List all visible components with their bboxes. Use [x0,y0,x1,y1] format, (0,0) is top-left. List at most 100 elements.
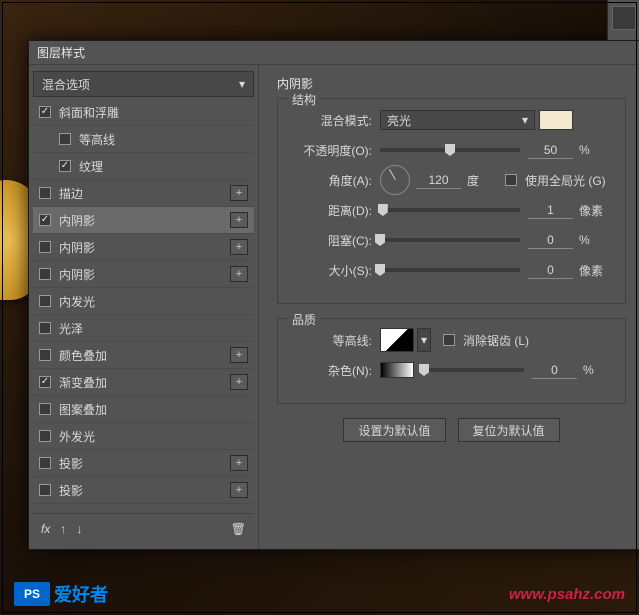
distance-input[interactable] [528,201,573,219]
contour-label: 等高线: [290,332,380,349]
effect-checkbox[interactable] [39,268,51,280]
tool-icon[interactable] [612,6,636,30]
dialog-titlebar[interactable]: 图层样式 [29,41,639,65]
quality-group: 品质 等高线: ▾ 消除锯齿 (L) 杂色(N): % [277,318,626,404]
choke-input[interactable] [528,231,573,249]
effect-row-0[interactable]: 斜面和浮雕 [33,99,254,126]
effect-checkbox[interactable] [39,484,51,496]
effect-label: 斜面和浮雕 [59,104,248,121]
effect-checkbox[interactable] [39,295,51,307]
effect-row-14[interactable]: 投影+ [33,477,254,504]
effect-label: 内阴影 [59,239,230,256]
effect-row-10[interactable]: 渐变叠加+ [33,369,254,396]
effect-row-9[interactable]: 颜色叠加+ [33,342,254,369]
effect-checkbox[interactable] [39,322,51,334]
effect-checkbox[interactable] [39,106,51,118]
effect-checkbox[interactable] [59,160,71,172]
effect-list: 斜面和浮雕等高线纹理描边+内阴影+内阴影+内阴影+内发光光泽颜色叠加+渐变叠加+… [33,99,254,513]
effect-label: 内发光 [59,293,248,310]
add-effect-icon[interactable]: + [230,455,248,471]
antialias-label: 消除锯齿 (L) [463,332,529,349]
layer-style-dialog: 图层样式 混合选项 斜面和浮雕等高线纹理描边+内阴影+内阴影+内阴影+内发光光泽… [28,40,639,550]
logo-text: 爱好者 [54,581,108,607]
panel-heading: 内阴影 [277,75,626,92]
effect-label: 外发光 [59,428,248,445]
effect-checkbox[interactable] [39,241,51,253]
structure-group: 结构 混合模式: 亮光 不透明度(O): % 角度(A): 度 [277,98,626,304]
move-up-icon[interactable]: ↑ [60,522,66,536]
effect-row-2[interactable]: 纹理 [33,153,254,180]
effect-row-6[interactable]: 内阴影+ [33,261,254,288]
choke-label: 阻塞(C): [290,232,380,249]
reset-default-button[interactable]: 复位为默认值 [458,418,560,442]
effect-label: 描边 [59,185,230,202]
watermark-url: www.psahz.com [509,586,625,603]
effect-label: 颜色叠加 [59,347,230,364]
effect-row-5[interactable]: 内阴影+ [33,234,254,261]
effect-row-1[interactable]: 等高线 [33,126,254,153]
blend-mode-label: 混合模式: [290,112,380,129]
distance-slider[interactable] [380,208,520,212]
opacity-input[interactable] [528,141,573,159]
effect-checkbox[interactable] [39,349,51,361]
antialias-checkbox[interactable] [443,334,455,346]
effect-checkbox[interactable] [39,457,51,469]
effect-checkbox[interactable] [59,133,71,145]
effect-row-11[interactable]: 图案叠加 [33,396,254,423]
angle-label: 角度(A): [290,172,380,189]
add-effect-icon[interactable]: + [230,374,248,390]
effect-label: 渐变叠加 [59,374,230,391]
global-light-checkbox[interactable] [505,174,517,186]
effect-checkbox[interactable] [39,376,51,388]
add-effect-icon[interactable]: + [230,212,248,228]
opacity-slider[interactable] [380,148,520,152]
contour-dropdown[interactable]: ▾ [417,328,431,352]
effect-label: 内阴影 [59,266,230,283]
effect-row-7[interactable]: 内发光 [33,288,254,315]
effect-label: 投影 [59,455,230,472]
blend-options-select[interactable]: 混合选项 [33,71,254,97]
add-effect-icon[interactable]: + [230,482,248,498]
effect-label: 内阴影 [59,212,230,229]
effect-row-4[interactable]: 内阴影+ [33,207,254,234]
choke-slider[interactable] [380,238,520,242]
effect-checkbox[interactable] [39,403,51,415]
logo-badge: PS [14,582,50,606]
opacity-label: 不透明度(O): [290,142,380,159]
effect-row-3[interactable]: 描边+ [33,180,254,207]
effect-row-13[interactable]: 投影+ [33,450,254,477]
add-effect-icon[interactable]: + [230,347,248,363]
add-effect-icon[interactable]: + [230,185,248,201]
effect-checkbox[interactable] [39,430,51,442]
effects-panel: 混合选项 斜面和浮雕等高线纹理描边+内阴影+内阴影+内阴影+内发光光泽颜色叠加+… [29,65,259,549]
effect-checkbox[interactable] [39,214,51,226]
move-down-icon[interactable]: ↓ [76,522,82,536]
effect-row-8[interactable]: 光泽 [33,315,254,342]
noise-slider[interactable] [424,368,524,372]
effect-label: 等高线 [79,131,248,148]
settings-panel: 内阴影 结构 混合模式: 亮光 不透明度(O): % 角度(A): [259,65,639,549]
effect-label: 投影 [59,482,230,499]
blend-mode-select[interactable]: 亮光 [380,110,535,130]
distance-label: 距离(D): [290,202,380,219]
side-toolbar [607,0,639,40]
angle-input[interactable] [416,171,461,189]
fx-menu[interactable]: fx [41,522,50,536]
size-label: 大小(S): [290,262,380,279]
effect-row-12[interactable]: 外发光 [33,423,254,450]
watermark: PS 爱好者 www.psahz.com [0,581,639,607]
add-effect-icon[interactable]: + [230,239,248,255]
effect-label: 纹理 [79,158,248,175]
global-light-label: 使用全局光 (G) [525,172,606,189]
size-slider[interactable] [380,268,520,272]
add-effect-icon[interactable]: + [230,266,248,282]
contour-picker[interactable] [380,328,414,352]
noise-input[interactable] [532,361,577,379]
make-default-button[interactable]: 设置为默认值 [343,418,445,442]
effect-checkbox[interactable] [39,187,51,199]
size-input[interactable] [528,261,573,279]
color-picker[interactable] [539,110,573,130]
angle-dial[interactable] [380,165,410,195]
dialog-title: 图层样式 [37,44,85,61]
trash-icon[interactable]: 🗑 [231,522,246,536]
